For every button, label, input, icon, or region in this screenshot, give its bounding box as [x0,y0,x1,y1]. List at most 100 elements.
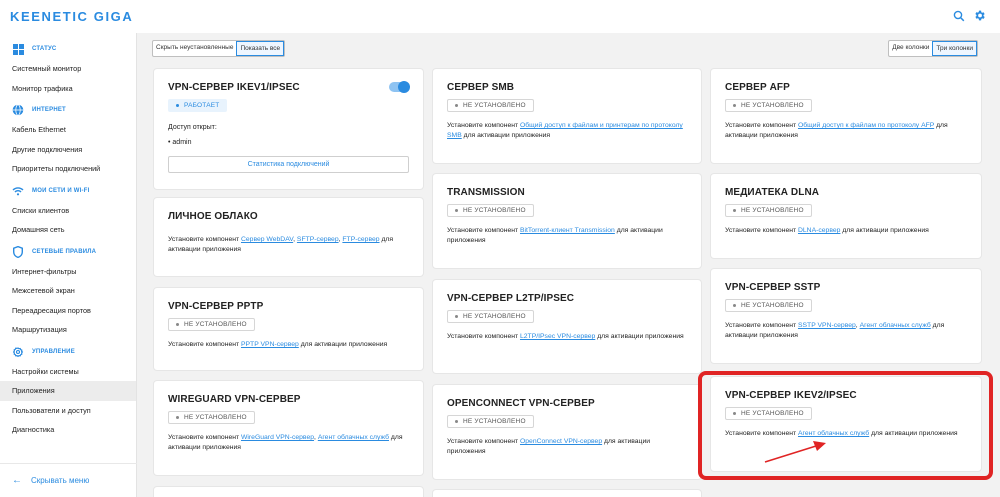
status-badge: НЕ УСТАНОВЛЕНО [168,318,255,331]
connection-stats-button[interactable]: Статистика подключений [168,156,409,173]
webdav-link[interactable]: Сервер WebDAV [241,236,293,243]
card-title: VPN-СЕРВЕР L2TP/IPSEC [447,293,575,304]
install-text: Установите компонент [168,434,240,441]
card-description: Установите компонент DLNA-сервер для акт… [725,226,967,236]
arrow-left-icon: ← [12,475,22,486]
collapse-menu-label: Скрывать меню [31,476,90,485]
status-badge: НЕ УСТАНОВЛЕНО [725,204,812,217]
install-text: Установите компонент [168,341,240,348]
card-title: VPN-СЕРВЕР SSTP [725,282,821,293]
visibility-filter: Скрыть неустановленные Показать все [152,40,286,57]
install-text: Установите компонент [725,227,797,234]
card-description: Установите компонент WireGuard VPN-серве… [168,433,409,453]
sidebar-section-label: СЕТЕВЫЕ ПРАВИЛА [32,248,97,255]
sidebar-item-users-access[interactable]: Пользователи и доступ [0,401,136,421]
afp-link[interactable]: Общий доступ к файлам по протоколу AFP [798,122,934,129]
three-columns-button[interactable]: Три колонки [932,41,977,56]
card-title: WIREGUARD VPN-СЕРВЕР [168,394,301,405]
status-badge: НЕ УСТАНОВЛЕНО [447,310,534,323]
install-text: Установите компонент [725,322,797,329]
card-description: Установите компонент Общий доступ к файл… [725,121,967,141]
sidebar-section-management[interactable]: УПРАВЛЕНИЕ [0,342,136,362]
sidebar-item-firewall[interactable]: Межсетевой экран [0,281,136,301]
card-description: Установите компонент Сервер WebDAV, SFTP… [168,235,409,255]
sidebar-item-system-settings[interactable]: Настройки системы [0,362,136,382]
sidebar-section-networks-wifi[interactable]: МОИ СЕТИ И WI-FI [0,181,136,201]
brand-logo[interactable]: KEENETIC GIGA [10,9,133,24]
l2tp-link[interactable]: L2TP/IPsec VPN-сервер [520,333,595,340]
status-dot [733,209,736,212]
cloud-agent-link[interactable]: Агент облачных служб [318,434,389,441]
status-text: НЕ УСТАНОВЛЕНО [463,313,526,320]
sidebar-item-other-connections[interactable]: Другие подключения [0,140,136,160]
transmission-link[interactable]: BitTorrent-клиент Transmission [520,227,615,234]
status-dot [455,209,458,212]
openconnect-link[interactable]: OpenConnect VPN-сервер [520,438,602,445]
card-description: Установите компонент Общий доступ к файл… [447,121,687,141]
sftp-link[interactable]: SFTP-сервер [297,236,339,243]
status-text: НЕ УСТАНОВЛЕНО [741,302,804,309]
hide-uninstalled-button[interactable]: Скрыть неустановленные [153,41,236,56]
pptp-link[interactable]: PPTP VPN-сервер [241,341,299,348]
status-dot [455,315,458,318]
two-columns-button[interactable]: Две колонки [889,41,932,56]
wireguard-link[interactable]: WireGuard VPN-сервер [241,434,314,441]
card-title: OPENCONNECT VPN-СЕРВЕР [447,398,595,409]
install-text: Установите компонент [447,227,519,234]
status-dot [176,416,179,419]
app-card-pptp: VPN-СЕРВЕР PPTP НЕ УСТАНОВЛЕНО Установит… [153,287,424,371]
app-card-partial [153,486,424,497]
sidebar-section-label: ИНТЕРНЕТ [32,107,66,113]
sidebar-item-internet-filters[interactable]: Интернет-фильтры [0,262,136,282]
sidebar-item-traffic-monitor[interactable]: Монитор трафика [0,79,136,99]
settings-gear-icon[interactable] [973,9,986,22]
toggle-knob [398,81,410,93]
highlight-frame [698,371,993,480]
access-user-name: admin [172,139,192,146]
cloud-agent-link[interactable]: Агент облачных служб [860,322,931,329]
sidebar-item-port-forwarding[interactable]: Переадресация портов [0,301,136,321]
status-badge: НЕ УСТАНОВЛЕНО [168,411,255,424]
collapse-menu-button[interactable]: ← Скрывать меню [0,463,137,497]
status-dot [176,323,179,326]
sidebar-item-diagnostics[interactable]: Диагностика [0,420,136,440]
sidebar-item-connection-priorities[interactable]: Приоритеты подключений [0,159,136,179]
show-all-button[interactable]: Показать все [236,41,285,56]
card-description: Установите компонент SSTP VPN-сервер, Аг… [725,321,967,341]
sidebar-item-routing[interactable]: Маршрутизация [0,320,136,340]
activation-text: для активации приложения [597,333,684,340]
sidebar-section-internet[interactable]: ИНТЕРНЕТ [0,100,136,120]
status-text: НЕ УСТАНОВЛЕНО [741,102,804,109]
sidebar-item-home-network[interactable]: Домашняя сеть [0,220,136,240]
search-icon[interactable] [953,10,965,22]
sidebar-section-status[interactable]: СТАТУС [0,39,136,59]
status-text: НЕ УСТАНОВЛЕНО [463,418,526,425]
sidebar-item-applications[interactable]: Приложения [0,381,136,401]
access-label: Доступ открыт: [168,124,217,131]
sidebar-section-label: СТАТУС [32,46,57,52]
ftp-link[interactable]: FTP-сервер [342,236,379,243]
access-user: • admin [168,139,192,146]
app-card-ikev1: VPN-СЕРВЕР IKEV1/IPSEC РАБОТАЕТ Доступ о… [153,68,424,190]
header-actions [953,9,986,22]
sstp-link[interactable]: SSTP VPN-сервер [798,322,856,329]
sidebar-section-network-rules[interactable]: СЕТЕВЫЕ ПРАВИЛА [0,242,136,262]
enable-toggle[interactable] [389,81,410,93]
install-text: Установите компонент [725,122,797,129]
status-dot [176,104,179,107]
sidebar: СТАТУС Системный монитор Монитор трафика… [0,33,137,497]
status-text: РАБОТАЕТ [184,102,220,109]
sidebar-item-ethernet[interactable]: Кабель Ethernet [0,120,136,140]
wifi-icon [12,185,24,197]
sidebar-item-system-monitor[interactable]: Системный монитор [0,59,136,79]
card-title: ЛИЧНОЕ ОБЛАКО [168,211,258,222]
activation-text: для активации приложения [463,132,551,139]
dlna-link[interactable]: DLNA-сервер [798,227,840,234]
card-title: СЕРВЕР AFP [725,82,790,93]
status-dot [733,304,736,307]
status-badge: НЕ УСТАНОВЛЕНО [447,415,534,428]
card-description: Установите компонент PPTP VPN-сервер для… [168,340,409,350]
app-card-personal-cloud: ЛИЧНОЕ ОБЛАКО Установите компонент Серве… [153,197,424,277]
sidebar-item-client-lists[interactable]: Списки клиентов [0,201,136,221]
status-text: НЕ УСТАНОВЛЕНО [463,102,526,109]
